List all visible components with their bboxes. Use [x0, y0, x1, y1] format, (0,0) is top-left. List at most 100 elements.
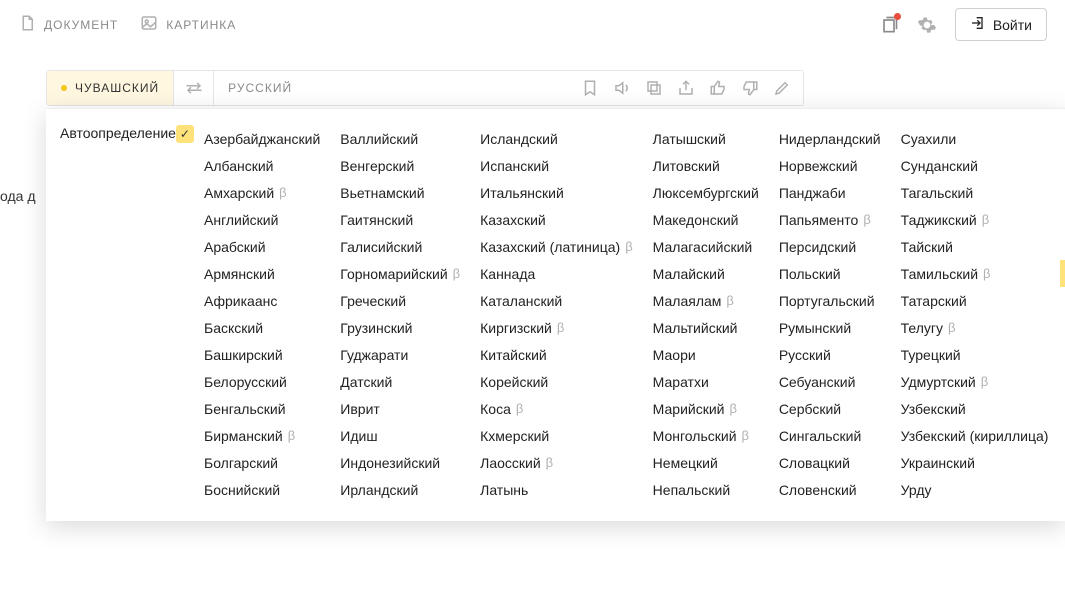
- language-option[interactable]: Датский: [332, 368, 468, 395]
- language-option[interactable]: Латышский: [645, 125, 767, 152]
- language-option[interactable]: Испанский: [472, 152, 641, 179]
- copy-icon[interactable]: [645, 79, 663, 97]
- language-option[interactable]: Сербский: [771, 395, 889, 422]
- language-option[interactable]: Сингальский: [771, 422, 889, 449]
- language-option[interactable]: Персидский: [771, 233, 889, 260]
- language-option[interactable]: Турецкий: [893, 341, 1057, 368]
- language-option[interactable]: Латынь: [472, 476, 641, 503]
- auto-detect-option[interactable]: Автоопределение: [60, 125, 176, 141]
- language-option[interactable]: Гуджарати: [332, 341, 468, 368]
- language-option[interactable]: Русский: [771, 341, 889, 368]
- language-option[interactable]: Африкаанс: [196, 287, 328, 314]
- language-option[interactable]: Грузинский: [332, 314, 468, 341]
- language-option[interactable]: Ирландский: [332, 476, 468, 503]
- language-option[interactable]: Хинди: [1060, 179, 1065, 206]
- language-option[interactable]: Узбекский: [893, 395, 1057, 422]
- language-option[interactable]: Яванский: [1060, 449, 1065, 476]
- language-option[interactable]: Панджаби: [771, 179, 889, 206]
- language-option[interactable]: Галисийский: [332, 233, 468, 260]
- language-option[interactable]: Бирманскийβ: [196, 422, 328, 449]
- language-option[interactable]: Эстонский: [1060, 422, 1065, 449]
- language-option[interactable]: Японский: [1060, 476, 1065, 503]
- language-option[interactable]: Тамильскийβ: [893, 260, 1057, 287]
- language-option[interactable]: Эсперанто: [1060, 395, 1065, 422]
- language-option[interactable]: Норвежский: [771, 152, 889, 179]
- language-option[interactable]: Итальянский: [472, 179, 641, 206]
- language-option[interactable]: Марийскийβ: [645, 395, 767, 422]
- language-option[interactable]: Албанский: [196, 152, 328, 179]
- language-option[interactable]: Башкирский: [196, 341, 328, 368]
- language-option[interactable]: Арабский: [196, 233, 328, 260]
- language-option[interactable]: Азербайджанский: [196, 125, 328, 152]
- language-option[interactable]: Монгольскийβ: [645, 422, 767, 449]
- language-option[interactable]: Немецкий: [645, 449, 767, 476]
- language-option[interactable]: Бенгальский: [196, 395, 328, 422]
- language-option[interactable]: Чувашский: [1060, 260, 1065, 287]
- tab-image[interactable]: КАРТИНКА: [140, 14, 236, 35]
- language-option[interactable]: Себуанский: [771, 368, 889, 395]
- language-option[interactable]: Идиш: [332, 422, 468, 449]
- language-option[interactable]: Удмуртскийβ: [893, 368, 1057, 395]
- language-option[interactable]: Малагасийский: [645, 233, 767, 260]
- language-option[interactable]: Малаяламβ: [645, 287, 767, 314]
- language-option[interactable]: Словацкий: [771, 449, 889, 476]
- language-option[interactable]: Люксембургский: [645, 179, 767, 206]
- language-option[interactable]: Армянский: [196, 260, 328, 287]
- language-option[interactable]: Мальтийский: [645, 314, 767, 341]
- language-option[interactable]: Македонский: [645, 206, 767, 233]
- language-option[interactable]: Хорватский: [1060, 206, 1065, 233]
- language-option[interactable]: Непальский: [645, 476, 767, 503]
- language-option[interactable]: Казахский: [472, 206, 641, 233]
- bookmark-icon[interactable]: [581, 79, 599, 97]
- language-option[interactable]: Казахский (латиница)β: [472, 233, 641, 260]
- login-button[interactable]: Войти: [955, 8, 1047, 41]
- language-option[interactable]: Сунданский: [893, 152, 1057, 179]
- language-option[interactable]: Словенский: [771, 476, 889, 503]
- language-option[interactable]: Тагальский: [893, 179, 1057, 206]
- language-option[interactable]: Баскский: [196, 314, 328, 341]
- language-option[interactable]: Валлийский: [332, 125, 468, 152]
- language-option[interactable]: Вьетнамский: [332, 179, 468, 206]
- source-language-selector[interactable]: ЧУВАШСКИЙ: [47, 71, 174, 105]
- language-option[interactable]: Польский: [771, 260, 889, 287]
- language-option[interactable]: Урду: [893, 476, 1057, 503]
- language-option[interactable]: Каннада: [472, 260, 641, 287]
- language-option[interactable]: Татарский: [893, 287, 1057, 314]
- language-option[interactable]: Горномарийскийβ: [332, 260, 468, 287]
- language-option[interactable]: Индонезийский: [332, 449, 468, 476]
- collections-button[interactable]: [879, 15, 899, 35]
- settings-button[interactable]: [917, 15, 937, 35]
- language-option[interactable]: Тайский: [893, 233, 1057, 260]
- language-option[interactable]: Литовский: [645, 152, 767, 179]
- language-option[interactable]: Финский: [1060, 125, 1065, 152]
- language-option[interactable]: Эмодзи: [1060, 368, 1065, 395]
- language-option[interactable]: Нидерландский: [771, 125, 889, 152]
- language-option[interactable]: Маратхи: [645, 368, 767, 395]
- language-option[interactable]: Чешский: [1060, 233, 1065, 260]
- language-option[interactable]: Таджикскийβ: [893, 206, 1057, 233]
- thumbs-up-icon[interactable]: [709, 79, 727, 97]
- language-option[interactable]: Португальский: [771, 287, 889, 314]
- language-option[interactable]: Иврит: [332, 395, 468, 422]
- share-icon[interactable]: [677, 79, 695, 97]
- language-option[interactable]: Греческий: [332, 287, 468, 314]
- language-option[interactable]: Белорусский: [196, 368, 328, 395]
- language-option[interactable]: Украинский: [893, 449, 1057, 476]
- language-option[interactable]: Корейский: [472, 368, 641, 395]
- language-option[interactable]: Румынский: [771, 314, 889, 341]
- edit-icon[interactable]: [773, 79, 791, 97]
- language-option[interactable]: Косаβ: [472, 395, 641, 422]
- language-option[interactable]: Болгарский: [196, 449, 328, 476]
- language-option[interactable]: Каталанский: [472, 287, 641, 314]
- language-option[interactable]: Шотландский (гэльский): [1060, 314, 1065, 341]
- target-language-selector[interactable]: РУССКИЙ: [214, 81, 306, 95]
- language-option[interactable]: Узбекский (кириллица): [893, 422, 1057, 449]
- language-option[interactable]: Гаитянский: [332, 206, 468, 233]
- tab-document[interactable]: ДОКУМЕНТ: [18, 14, 118, 35]
- language-option[interactable]: Кхмерский: [472, 422, 641, 449]
- language-option[interactable]: Папьяментоβ: [771, 206, 889, 233]
- speaker-icon[interactable]: [613, 79, 631, 97]
- language-option[interactable]: Киргизскийβ: [472, 314, 641, 341]
- language-option[interactable]: Английский: [196, 206, 328, 233]
- language-option[interactable]: Телугуβ: [893, 314, 1057, 341]
